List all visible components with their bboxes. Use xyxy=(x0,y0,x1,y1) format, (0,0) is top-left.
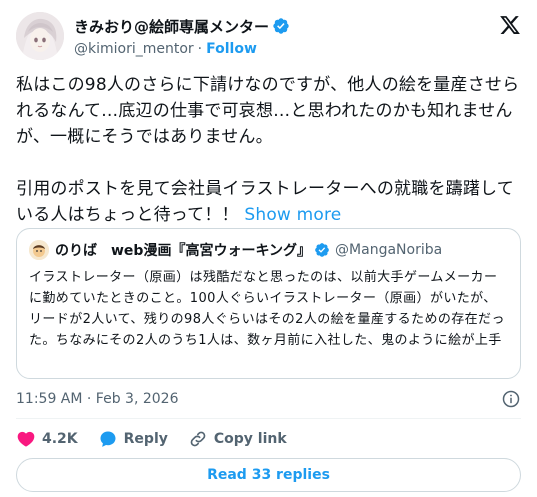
like-button[interactable]: 4.2K xyxy=(16,429,78,449)
follow-button[interactable]: Follow xyxy=(206,41,257,57)
author-handle[interactable]: @kimiori_mentor xyxy=(74,41,194,57)
divider xyxy=(16,418,521,419)
quoted-author-name: のりば web漫画『高宮ウォーキング』 xyxy=(55,243,312,259)
like-count: 4.2K xyxy=(42,431,78,447)
copy-link-label: Copy link xyxy=(213,431,287,447)
show-more-link[interactable]: Show more xyxy=(244,205,341,225)
read-replies-button[interactable]: Read 33 replies xyxy=(16,458,521,492)
post-text: 私はこの98人のさらに下請けなのですが、他人の絵を量産させられるなんて…底辺の仕… xyxy=(16,72,521,228)
quoted-post-header: のりば web漫画『高宮ウォーキング』 @MangaNoriba xyxy=(29,240,508,260)
heart-icon xyxy=(17,431,35,447)
quoted-post-text: イラストレーター（原画）は残酷だなと思ったのは、以前大手ゲームメーカーに勤めてい… xyxy=(29,270,505,348)
author-names: きみおり@絵師専属メンター @kimiori_mentor · Follow xyxy=(74,16,290,59)
x-logo-icon[interactable] xyxy=(499,14,521,36)
copy-link-button[interactable]: Copy link xyxy=(188,429,287,449)
post-header: きみおり@絵師専属メンター @kimiori_mentor · Follow xyxy=(16,12,521,60)
author-avatar[interactable] xyxy=(16,12,64,60)
action-bar: 4.2K Reply Copy link xyxy=(16,428,307,450)
post-timestamp[interactable]: 11:59 AM · Feb 3, 2026 xyxy=(16,389,178,409)
info-icon[interactable] xyxy=(501,389,521,409)
post-card: きみおり@絵師専属メンター @kimiori_mentor · Follow 私… xyxy=(0,0,537,497)
reply-icon xyxy=(100,431,116,447)
reply-label: Reply xyxy=(123,431,168,447)
separator-dot: · xyxy=(197,41,203,57)
quoted-author-avatar xyxy=(29,240,49,260)
post-body: 私はこの98人のさらに下請けなのですが、他人の絵を量産させられるなんて…底辺の仕… xyxy=(16,75,520,225)
verified-badge-icon xyxy=(315,243,329,257)
link-icon xyxy=(190,431,206,447)
verified-badge-icon xyxy=(273,18,289,34)
author-display-name[interactable]: きみおり@絵師専属メンター xyxy=(74,16,269,37)
reply-button[interactable]: Reply xyxy=(98,429,168,449)
quoted-post[interactable]: のりば web漫画『高宮ウォーキング』 @MangaNoriba イラストレータ… xyxy=(16,228,521,379)
quoted-author-handle: @MangaNoriba xyxy=(335,242,443,258)
